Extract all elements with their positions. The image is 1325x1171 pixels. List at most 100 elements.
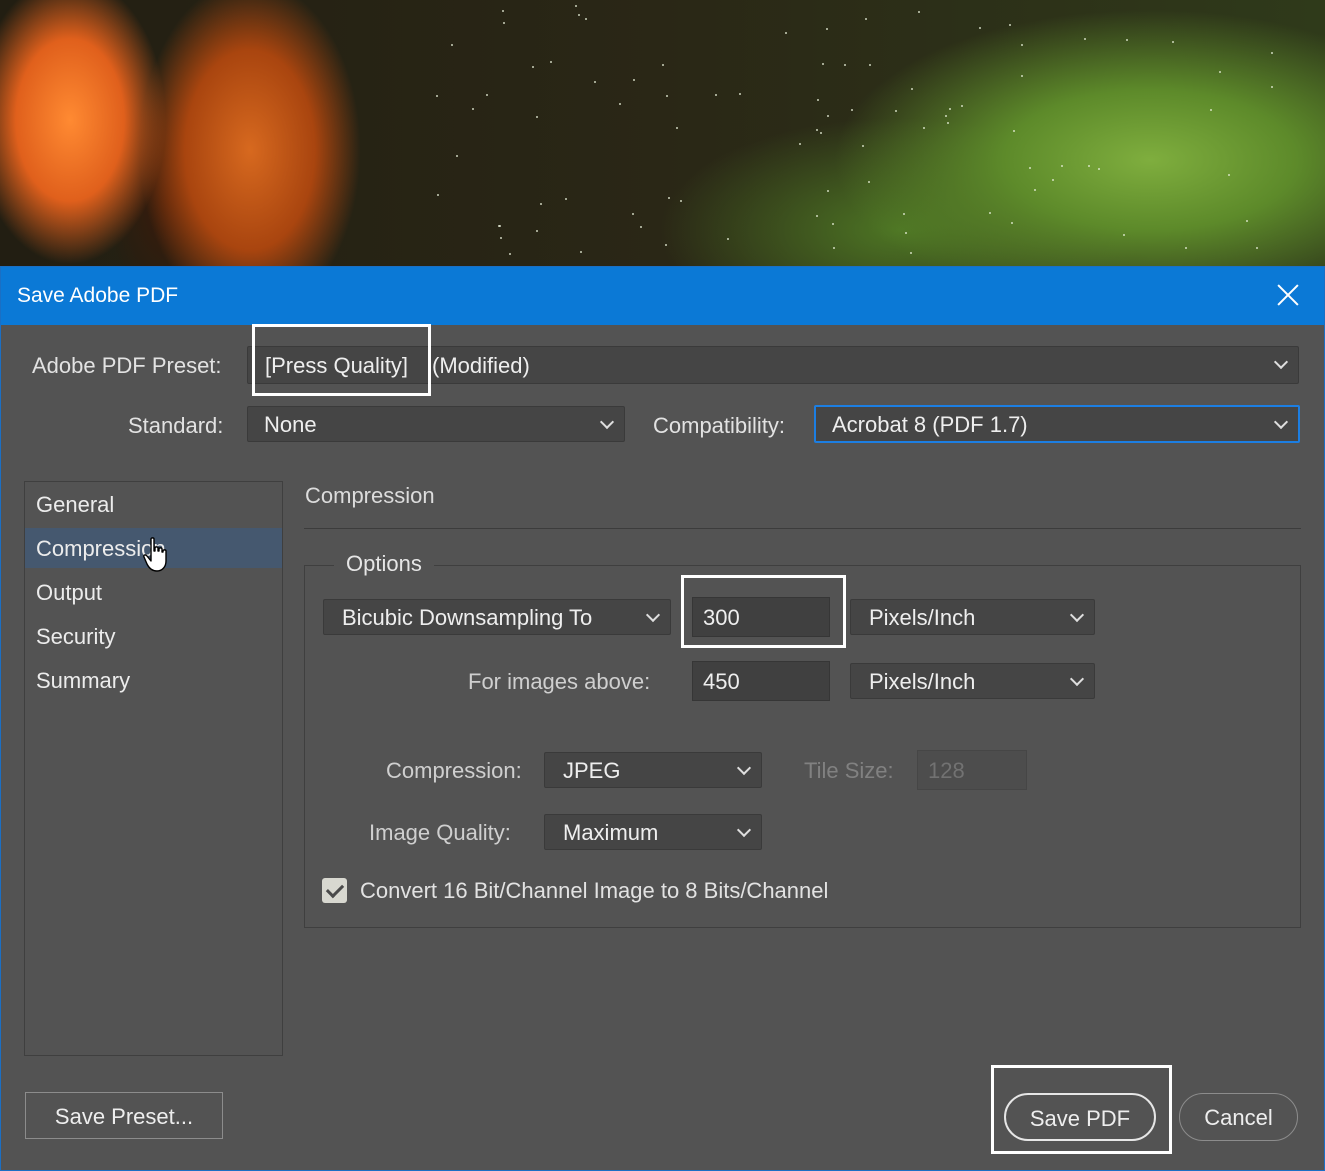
sidebar-item-general[interactable]: General: [25, 484, 282, 524]
background-star: [664, 244, 667, 247]
background-star: [948, 107, 951, 110]
background-star: [988, 212, 991, 215]
tile-size-value: 128: [928, 758, 965, 783]
background-star: [826, 114, 829, 117]
images-above-input[interactable]: 450: [692, 661, 830, 701]
convert-16bit-checkbox[interactable]: [322, 878, 347, 903]
cancel-button[interactable]: Cancel: [1179, 1093, 1298, 1141]
background-star: [549, 60, 552, 63]
background-star: [831, 223, 834, 226]
background-star: [436, 94, 439, 97]
background-star: [632, 212, 635, 215]
background-star: [665, 94, 668, 97]
background-star: [437, 194, 440, 197]
background-star: [1008, 24, 1011, 27]
background-star: [1021, 44, 1024, 47]
downsampling-method-value: Bicubic Downsampling To: [342, 605, 593, 630]
options-group-label: Options: [334, 551, 434, 577]
background-star: [508, 252, 511, 255]
background-star: [822, 63, 825, 66]
background-star: [739, 92, 742, 95]
background-star: [815, 128, 818, 131]
background-star: [960, 105, 963, 108]
background-star: [827, 189, 830, 192]
background-star: [471, 108, 474, 111]
background-star: [535, 229, 538, 232]
chevron-down-icon: [1069, 671, 1085, 687]
background-photo: [0, 0, 1325, 268]
compression-dropdown[interactable]: JPEG: [544, 752, 762, 788]
background-star: [619, 103, 622, 106]
background-rock-formation: [0, 0, 380, 268]
chevron-down-icon: [1069, 607, 1085, 623]
downsampling-method-dropdown[interactable]: Bicubic Downsampling To: [323, 599, 671, 635]
background-star: [861, 145, 864, 148]
background-star: [632, 79, 635, 81]
background-star: [540, 203, 543, 206]
sidebar-item-output[interactable]: Output: [25, 572, 282, 612]
background-star: [578, 14, 581, 17]
background-star: [727, 237, 730, 240]
preset-name: [Press Quality]: [265, 353, 409, 378]
background-star: [909, 252, 912, 255]
save-pdf-button[interactable]: Save PDF: [1004, 1093, 1156, 1141]
compatibility-dropdown[interactable]: Acrobat 8 (PDF 1.7): [814, 405, 1300, 443]
save-adobe-pdf-dialog: Save Adobe PDF Adobe PDF Preset: [Press …: [0, 266, 1325, 1171]
downsample-resolution-input[interactable]: 300: [692, 597, 830, 637]
close-icon[interactable]: [1274, 281, 1302, 309]
background-star: [593, 81, 596, 83]
title-bar[interactable]: Save Adobe PDF: [1, 267, 1324, 325]
save-preset-button[interactable]: Save Preset...: [25, 1092, 223, 1139]
panel-heading: Compression: [305, 483, 435, 508]
tile-size-input: 128: [917, 750, 1027, 790]
background-star: [826, 27, 829, 30]
background-star: [979, 26, 982, 29]
background-star: [864, 18, 867, 20]
background-star: [640, 226, 642, 229]
images-above-unit-dropdown[interactable]: Pixels/Inch: [850, 663, 1095, 699]
image-quality-dropdown[interactable]: Maximum: [544, 814, 762, 850]
chevron-down-icon: [645, 607, 661, 623]
chevron-down-icon: [1273, 354, 1289, 370]
background-star: [714, 94, 717, 97]
background-star: [451, 43, 454, 46]
chevron-down-icon: [1273, 414, 1289, 430]
background-star: [1060, 164, 1063, 167]
tile-size-label: Tile Size:: [804, 758, 894, 783]
background-star: [536, 116, 539, 119]
save-preset-button-label: Save Preset...: [54, 1104, 194, 1129]
background-star: [911, 87, 914, 90]
background-star: [1125, 39, 1128, 42]
compatibility-label: Compatibility:: [653, 413, 786, 438]
background-star: [894, 110, 897, 113]
background-star: [1097, 168, 1100, 171]
cancel-button-label: Cancel: [1204, 1105, 1273, 1130]
background-star: [574, 5, 577, 8]
standard-dropdown[interactable]: None: [247, 406, 625, 442]
image-quality-value: Maximum: [563, 820, 659, 845]
background-star: [667, 196, 670, 199]
background-star: [905, 231, 908, 234]
background-star: [579, 251, 582, 254]
background-star: [565, 198, 568, 201]
background-star: [923, 126, 926, 129]
background-star: [816, 99, 819, 102]
background-star: [501, 10, 504, 13]
images-above-label: For images above:: [468, 669, 651, 694]
downsample-unit-dropdown[interactable]: Pixels/Inch: [850, 599, 1095, 635]
background-star: [662, 64, 665, 67]
sidebar-item-security[interactable]: Security: [25, 616, 282, 656]
images-above-unit-value: Pixels/Inch: [869, 669, 976, 694]
background-star: [798, 142, 801, 145]
hand-pointer-icon: [143, 537, 167, 572]
background-star: [850, 108, 853, 111]
background-star: [1122, 233, 1125, 236]
standard-value: None: [264, 412, 317, 437]
convert-16bit-label[interactable]: Convert 16 Bit/Channel Image to 8 Bits/C…: [360, 878, 828, 904]
background-star: [676, 127, 679, 130]
preset-dropdown[interactable]: [Press Quality] (Modified): [247, 346, 1299, 384]
background-star: [902, 212, 905, 215]
preset-modified-suffix: (Modified): [432, 353, 530, 378]
background-star: [1052, 179, 1055, 182]
sidebar-item-summary[interactable]: Summary: [25, 660, 282, 700]
